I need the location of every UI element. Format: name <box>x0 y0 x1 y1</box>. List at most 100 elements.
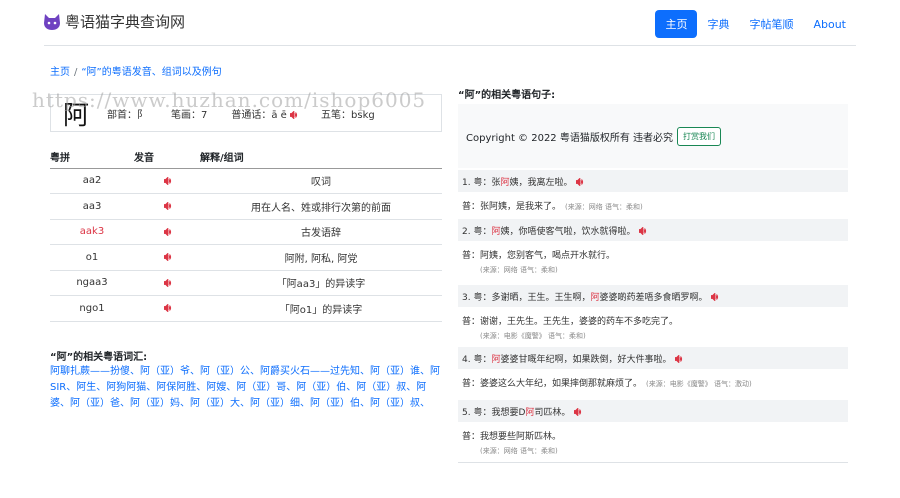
meaning-cell: 古发语辞 <box>200 219 442 245</box>
speaker-icon[interactable] <box>675 353 683 364</box>
audio-cell <box>134 270 200 296</box>
speaker-icon[interactable] <box>289 110 298 120</box>
source-note: (来源：网络 语气：柔和) <box>565 203 643 211</box>
speaker-icon[interactable] <box>163 303 171 314</box>
mandarin-text: 普：阿姨，您别客气，喝点开水就行。 <box>462 251 616 261</box>
audio-cell <box>134 193 200 220</box>
examples-title: “阿”的相关粤语句子: <box>458 90 556 101</box>
highlight-char: 阿 <box>500 177 510 188</box>
meaning-cell: 「阿aa3」的异读字 <box>200 270 442 296</box>
table-row: aa3 用在人名、姓或排行次第的前面 <box>50 193 442 220</box>
jyutping-cell: ngo1 <box>50 295 134 322</box>
table-row: o1 阿附, 阿私, 阿党 <box>50 244 442 271</box>
audio-cell <box>134 244 200 271</box>
breadcrumb-home[interactable]: 主页 <box>50 67 70 78</box>
speaker-icon[interactable] <box>639 225 647 236</box>
cantonese-sentence: 3. 粤：多谢晒，王生。王生啊，阿婆婆啲药差唔多食晒罗啊。 <box>458 285 848 307</box>
breadcrumb: 主页 / “阿”的粤语发音、组词以及例句 <box>50 63 222 78</box>
speaker-icon[interactable] <box>163 175 171 186</box>
cantonese-sentence: 2. 粤：阿姨，你唔使客气啦，饮水就得啦。 <box>458 219 848 241</box>
sentence-prefix: 2. 粤： <box>462 226 492 237</box>
jyutping-cell: o1 <box>50 244 134 271</box>
speaker-icon[interactable] <box>576 176 584 187</box>
speaker-icon[interactable] <box>163 201 171 212</box>
table-row: ngaa3 「阿aa3」的异读字 <box>50 270 442 296</box>
audio-cell <box>134 168 200 194</box>
sentence-prefix: 1. 粤：张 <box>462 177 501 188</box>
wubi-field: 五笔：bskg <box>321 109 375 121</box>
header-audio: 发音 <box>134 146 200 169</box>
mandarin-sentence: 普：阿姨，您别客气，喝点开水就行。 (来源：网络 语气：柔和) <box>458 241 848 277</box>
example-item: 1. 粤：张阿姨，我离左啦。 普：张阿姨，是我来了。 (来源：网络 语气：柔和) <box>458 170 848 214</box>
source-note: (来源：电影《魔警》 语气：柔和) <box>480 332 586 340</box>
character-info-box: 阿 部首：阝 笔画：7 普通话：ā ē 五笔：bskg <box>50 94 442 132</box>
speaker-icon[interactable] <box>163 226 171 237</box>
mandarin-text: 普：婆婆这么大年纪，如果摔倒那就麻烦了。 <box>462 379 643 389</box>
meaning-cell: 用在人名、姓或排行次第的前面 <box>200 193 442 220</box>
nav-about[interactable]: About <box>803 12 856 37</box>
example-item: 2. 粤：阿姨，你唔使客气啦，饮水就得啦。普：阿姨，您别客气，喝点开水就行。 (来… <box>458 219 848 277</box>
mandarin-sentence: 普：张阿姨，是我来了。 (来源：网络 语气：柔和) <box>458 192 848 214</box>
meaning-cell: 阿附, 阿私, 阿党 <box>200 244 442 271</box>
mandarin-sentence: 普：我想要些阿斯匹林。 (来源：网络 语气：柔和) <box>458 422 848 458</box>
nav-divider <box>44 45 856 46</box>
mandarin-sentence: 普：谢谢，王先生。王先生，婆婆的药车不多吃完了。 (来源：电影《魔警》 语气：柔和… <box>458 307 848 343</box>
mandarin-text: 普：我想要些阿斯匹林。 <box>462 432 562 442</box>
navbar: 粤语猫字典查询网 主页 字典 字帖笔顺 About <box>0 0 900 46</box>
cantonese-sentence: 5. 粤：我想要D 阿司匹林。 <box>458 400 848 422</box>
speaker-icon[interactable] <box>574 406 582 417</box>
brand[interactable]: 粤语猫字典查询网 <box>42 11 185 32</box>
jyutping-cell: aak3 <box>50 219 134 245</box>
donate-button[interactable]: 打赏我们 <box>677 126 722 146</box>
nav-dictionary[interactable]: 字典 <box>697 10 739 38</box>
pronunciation-table-body: aa2 叹词 aa3 用在人名、姓或排行次第的前面 aak3 古发语辞 o1 阿附, 阿私, … <box>50 168 442 322</box>
stroke-count-field: 笔画：7 <box>171 109 208 121</box>
table-row: aak3 古发语辞 <box>50 219 442 245</box>
source-note: (来源：网络 语气：柔和) <box>480 447 558 455</box>
sentence-prefix: 5. 粤：我想要D <box>462 407 526 418</box>
source-note: (来源：电影《魔警》 语气：激动) <box>646 380 752 388</box>
copyright-bar: Copyright © 2022 粤语猫版权所有 违者必究 打赏我们 <box>458 104 848 168</box>
mandarin-text: 普：谢谢，王先生。王先生，婆婆的药车不多吃完了。 <box>462 317 679 327</box>
nav-stroke-order[interactable]: 字帖笔顺 <box>739 10 803 38</box>
nav-home[interactable]: 主页 <box>655 10 698 38</box>
table-row: ngo1 「阿o1」的异读字 <box>50 295 442 322</box>
speaker-icon[interactable] <box>163 277 171 288</box>
meaning-cell: 叹词 <box>200 168 442 194</box>
sentence-rest: 婆婆甘嘅年纪啊，如果跌倒，好大件事啦。 <box>500 354 672 365</box>
sentence-prefix: 4. 粤： <box>462 354 492 365</box>
vocab-links[interactable]: 阿聊扎蕨——扮傻、阿（亚）爷、阿（亚）公、阿爵买火石——过先知、阿（亚）谁、阿S… <box>50 364 442 412</box>
sentence-prefix: 3. 粤：多谢晒，王生。王生啊， <box>462 292 591 303</box>
jyutping-cell: aa2 <box>50 168 134 194</box>
example-item: 3. 粤：多谢晒，王生。王生啊，阿婆婆啲药差唔多食晒罗啊。 普：谢谢，王先生。王先… <box>458 285 848 343</box>
meaning-cell: 「阿o1」的异读字 <box>200 295 442 322</box>
copyright-text: Copyright © 2022 粤语猫版权所有 违者必究 <box>466 132 674 144</box>
sentence-rest: 司匹林。 <box>534 407 571 418</box>
brand-name: 粤语猫字典查询网 <box>65 13 186 31</box>
mandarin-field: 普通话：ā ē <box>231 106 298 121</box>
cantonese-sentence: 1. 粤：张阿姨，我离左啦。 <box>458 170 848 192</box>
header-meaning: 解释/组词 <box>200 146 442 169</box>
audio-cell <box>134 295 200 322</box>
speaker-icon[interactable] <box>711 291 719 302</box>
highlight-char: 阿 <box>491 354 501 365</box>
sentence-rest: 姨，我离左啦。 <box>509 177 573 188</box>
cantonese-sentence: 4. 粤：阿婆婆甘嘅年纪啊，如果跌倒，好大件事啦。 <box>458 347 848 369</box>
table-row: aa2 叹词 <box>50 168 442 194</box>
breadcrumb-separator: / <box>74 67 78 78</box>
main-nav: 主页 字典 字帖笔顺 About <box>655 10 856 38</box>
mandarin-sentence: 普：婆婆这么大年纪，如果摔倒那就麻烦了。 (来源：电影《魔警》 语气：激动) <box>458 369 848 391</box>
highlight-char: 阿 <box>590 292 600 303</box>
radical-field: 部首：阝 <box>107 109 147 121</box>
highlight-char: 阿 <box>525 407 535 418</box>
example-item: 5. 粤：我想要D 阿司匹林。普：我想要些阿斯匹林。 (来源：网络 语气：柔和) <box>458 400 848 458</box>
pronunciation-table: 粤拼 发音 解释/组词 aa2 叹词 aa3 用在人名、姓或排行次第的前面 aak3 古发… <box>50 146 442 322</box>
vocab-title: “阿”的相关粤语词汇: <box>50 352 148 363</box>
jyutping-cell: aa3 <box>50 193 134 220</box>
mandarin-text: 普：张阿姨，是我来了。 <box>462 202 562 212</box>
header-jyutping: 粤拼 <box>50 146 134 169</box>
example-item: 4. 粤：阿婆婆甘嘅年纪啊，如果跌倒，好大件事啦。 普：婆婆这么大年纪，如果摔倒那… <box>458 347 848 391</box>
source-note: (来源：网络 语气：柔和) <box>480 266 558 274</box>
breadcrumb-current[interactable]: “阿”的粤语发音、组词以及例句 <box>81 67 221 78</box>
speaker-icon[interactable] <box>163 252 171 263</box>
